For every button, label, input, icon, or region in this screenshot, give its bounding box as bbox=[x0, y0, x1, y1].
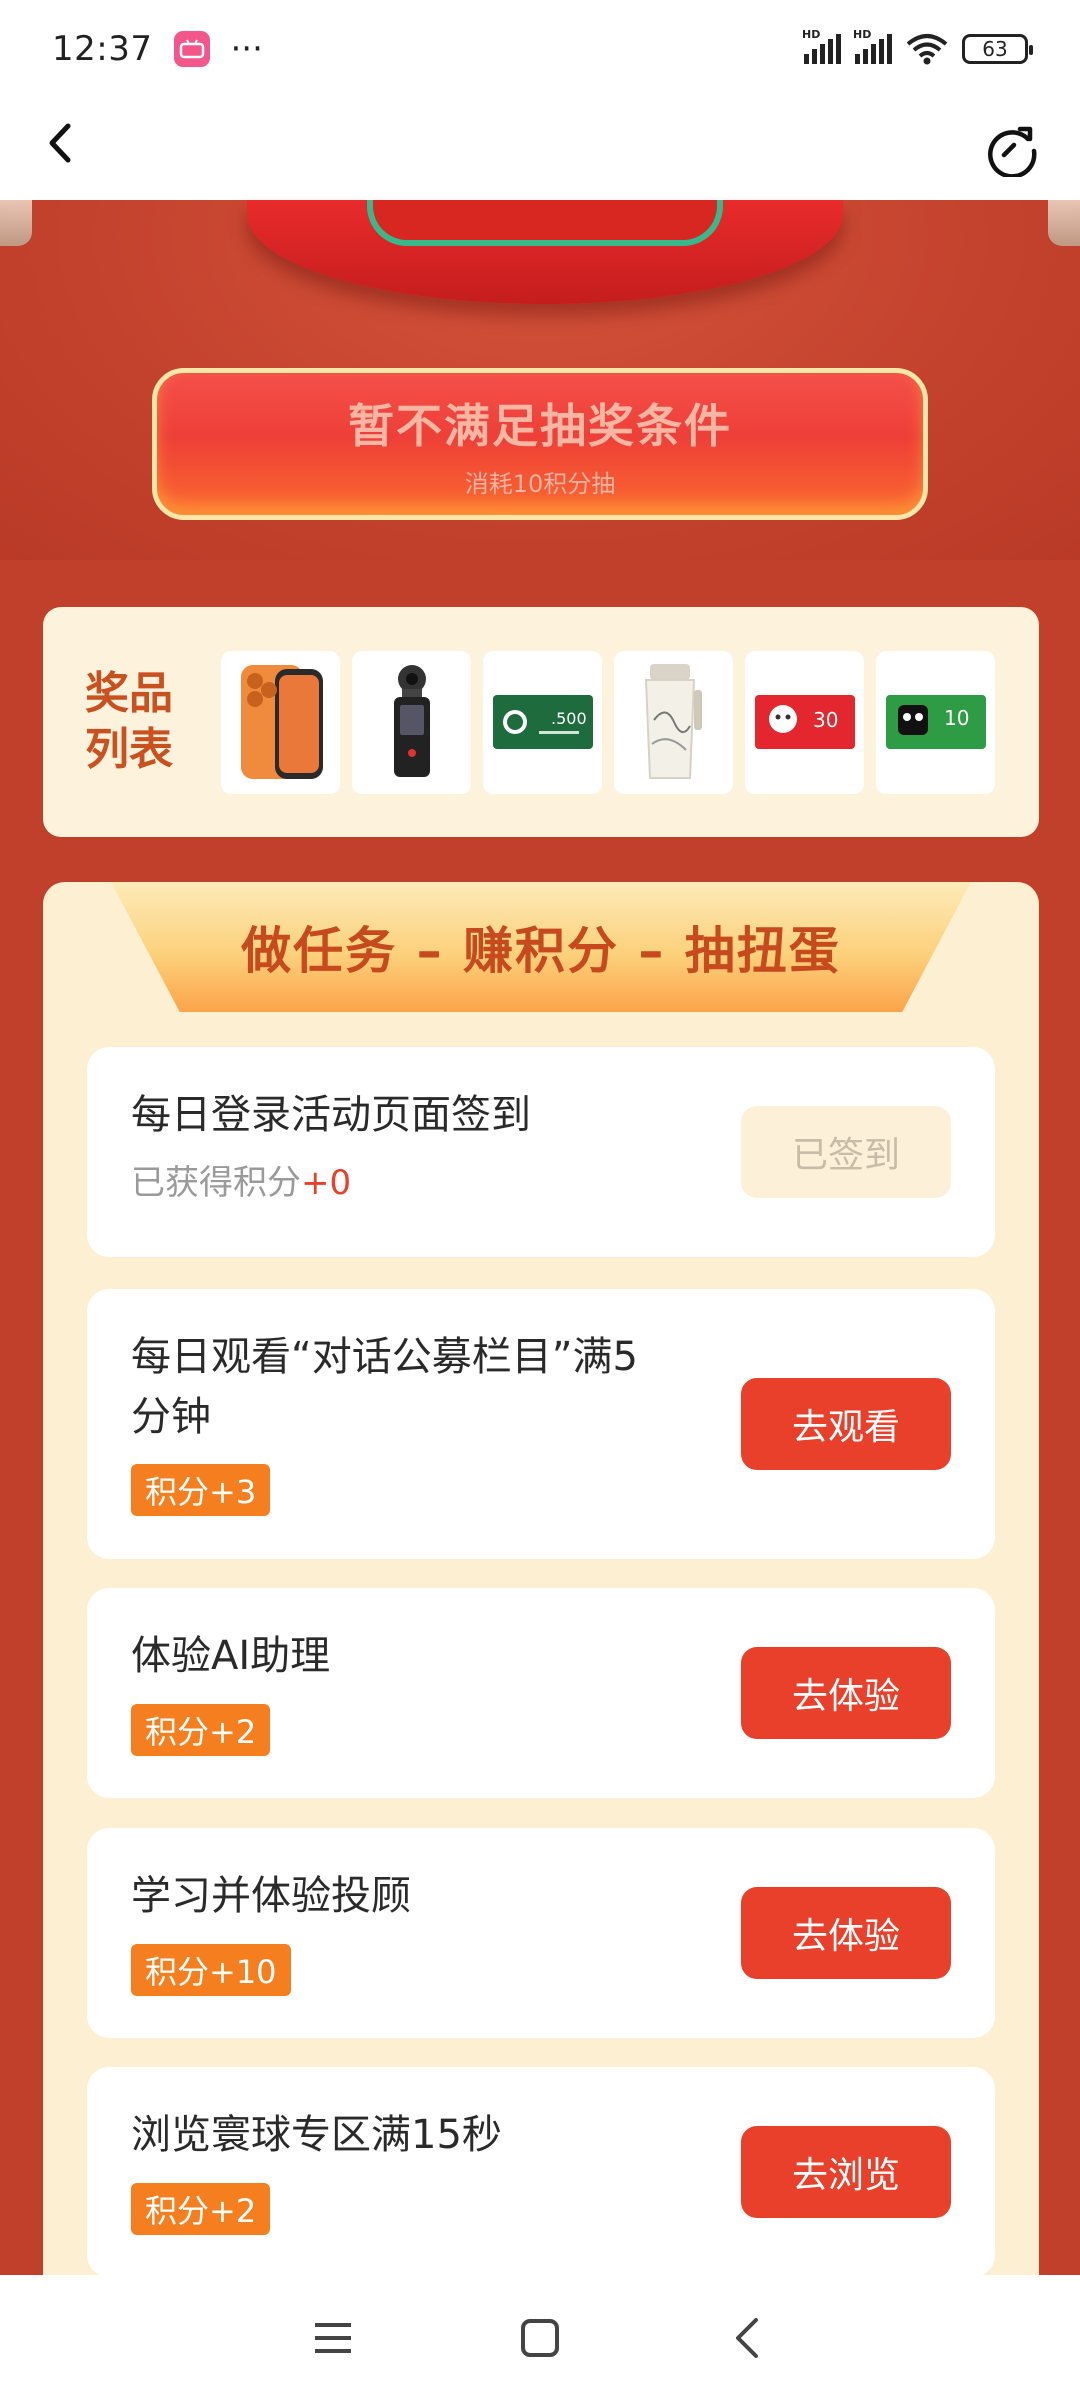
draw-cost-label: 消耗10积分抽 bbox=[464, 469, 616, 498]
prize-tmall-card[interactable]: 10 bbox=[876, 650, 995, 794]
podium-panel bbox=[367, 200, 723, 246]
signal-icon-2: HD bbox=[853, 28, 892, 64]
points-tag: 积分+3 bbox=[131, 1464, 271, 1516]
signal-icon: HD bbox=[802, 28, 841, 64]
go-experience-button-2[interactable]: 去体验 bbox=[741, 1887, 951, 1979]
task-title: 学习并体验投顾 bbox=[131, 1873, 411, 1919]
go-browse-button[interactable]: 去浏览 bbox=[741, 2126, 951, 2218]
task-title: 每日登录活动页面签到 bbox=[131, 1092, 531, 1138]
home-icon[interactable] bbox=[510, 2308, 570, 2368]
decoration-right bbox=[1048, 200, 1080, 246]
svg-text:10: 10 bbox=[944, 706, 969, 730]
task-item-checkin: 每日登录活动页面签到 已获得积分+0 已签到 bbox=[87, 1047, 995, 1257]
task-title: 每日观看“对话公募栏目”满5 分钟 bbox=[131, 1334, 638, 1440]
svg-text:.500: .500 bbox=[551, 709, 587, 728]
back-icon[interactable] bbox=[717, 2308, 777, 2368]
task-earned: 已获得积分+0 bbox=[131, 1163, 352, 1203]
task-header: 做任务 – 赚积分 – 抽扭蛋 bbox=[111, 882, 971, 1012]
task-card: 做任务 – 赚积分 – 抽扭蛋 每日登录活动页面签到 已获得积分+0 已签到 每… bbox=[43, 882, 1039, 2282]
prize-phone[interactable] bbox=[221, 650, 340, 794]
bilibili-app-icon bbox=[174, 31, 211, 67]
more-notifications-icon: ··· bbox=[230, 29, 263, 69]
system-nav-bar bbox=[0, 2275, 1080, 2400]
svg-text:30: 30 bbox=[813, 708, 838, 732]
clock: 12:37 bbox=[52, 29, 153, 69]
points-tag: 积分+2 bbox=[131, 1704, 271, 1756]
task-header-title: 做任务 – 赚积分 – 抽扭蛋 bbox=[241, 922, 841, 980]
menu-icon[interactable] bbox=[303, 2308, 363, 2368]
task-title: 浏览寰球专区满15秒 bbox=[131, 2112, 502, 2158]
go-watch-button[interactable]: 去观看 bbox=[741, 1378, 951, 1470]
task-item-global-zone: 浏览寰球专区满15秒 积分+2 去浏览 bbox=[87, 2067, 995, 2277]
decoration-left bbox=[0, 200, 32, 246]
go-experience-button[interactable]: 去体验 bbox=[741, 1647, 951, 1739]
task-title: 体验AI助理 bbox=[131, 1633, 331, 1679]
wifi-icon bbox=[906, 34, 948, 65]
nav-bar bbox=[0, 98, 1080, 200]
points-tag: 积分+10 bbox=[131, 1944, 291, 1996]
draw-button[interactable]: 暂不满足抽奖条件 消耗10积分抽 bbox=[152, 368, 928, 520]
checked-in-button[interactable]: 已签到 bbox=[741, 1106, 951, 1198]
task-item-ai-assistant: 体验AI助理 积分+2 去体验 bbox=[87, 1588, 995, 1798]
refresh-icon[interactable] bbox=[984, 121, 1040, 179]
prize-jd-card[interactable]: 30 bbox=[745, 650, 864, 794]
points-tag: 积分+2 bbox=[131, 2183, 271, 2235]
prize-list-card: 奖品列表 .500 30 10 bbox=[43, 607, 1039, 837]
back-arrow-icon[interactable] bbox=[40, 118, 100, 181]
status-bar: 12:37 ··· HD HD 63 bbox=[0, 0, 1080, 98]
prize-tumbler[interactable] bbox=[614, 650, 733, 794]
task-item-advisor: 学习并体验投顾 积分+10 去体验 bbox=[87, 1828, 995, 2038]
prize-pocket-camera[interactable] bbox=[352, 650, 471, 794]
battery-icon: 63 bbox=[962, 34, 1033, 64]
prize-starbucks-card[interactable]: .500 bbox=[483, 650, 602, 794]
prize-list: .500 30 10 bbox=[221, 650, 995, 794]
prize-list-label: 奖品列表 bbox=[85, 668, 173, 775]
draw-button-label: 暂不满足抽奖条件 bbox=[348, 398, 732, 453]
task-item-watch: 每日观看“对话公募栏目”满5 分钟 积分+3 去观看 bbox=[87, 1289, 995, 1559]
